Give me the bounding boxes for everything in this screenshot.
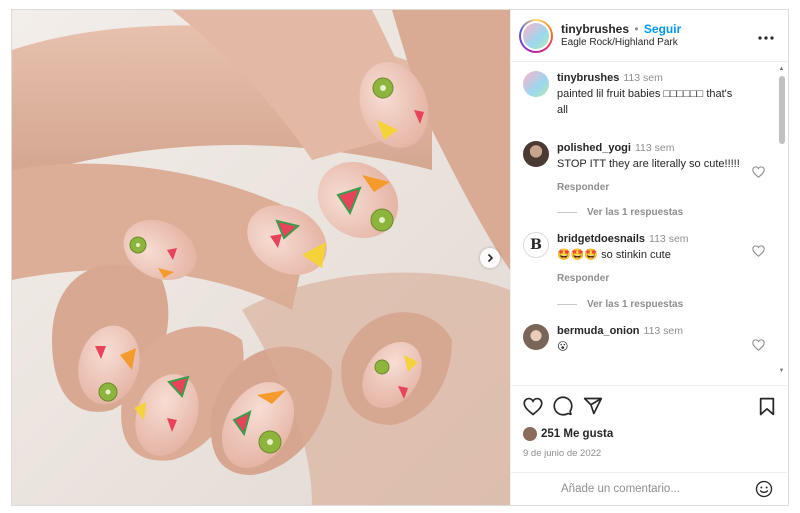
like-button[interactable]	[523, 397, 543, 416]
comments-scrollbar[interactable]: ▲ ▼	[777, 66, 786, 374]
action-icons	[523, 394, 775, 418]
comment-like-button[interactable]	[752, 165, 765, 183]
comment-username[interactable]: bermuda_onion	[557, 325, 640, 337]
caption-text: painted lil fruit babies □□□□□□ that's a…	[557, 87, 733, 116]
caption-time: 113 sem	[623, 72, 663, 84]
view-replies-button[interactable]: Ver las 1 respuestas	[557, 299, 765, 310]
comment-avatar[interactable]: B	[523, 232, 549, 259]
comment-item: bermuda_onion 113 sem 😮	[523, 323, 765, 356]
header-title-line: tinybrushes • Seguir	[561, 22, 754, 36]
caption-body: tinybrushes 113 sem painted lil fruit bab…	[557, 71, 765, 119]
save-button[interactable]	[759, 397, 775, 416]
comment-body: bridgetdoesnails 113 sem 🤩🤩🤩 so stinkin c…	[557, 232, 765, 286]
heart-icon	[752, 338, 765, 351]
follow-button[interactable]: Seguir	[644, 22, 681, 36]
view-replies-label: Ver las 1 respuestas	[587, 298, 684, 310]
heart-icon	[752, 245, 765, 258]
post-header: tinybrushes • Seguir Eagle Rock/Highland…	[511, 10, 788, 62]
scroll-up-arrow-icon[interactable]: ▲	[778, 66, 785, 72]
caption-username[interactable]: tinybrushes	[557, 72, 619, 84]
comment-time: 113 sem	[634, 141, 675, 154]
avatar-image	[523, 22, 549, 49]
post-actions: 251 Me gusta 9 de junio de 2022	[511, 385, 787, 459]
comment-icon	[553, 396, 573, 416]
view-replies-label: Ver las 1 respuestas	[587, 207, 684, 219]
scroll-down-arrow-icon[interactable]: ▼	[778, 368, 785, 374]
more-options-icon	[758, 35, 774, 40]
avatar[interactable]	[519, 18, 553, 53]
scrollbar-thumb[interactable]	[779, 76, 785, 144]
comment-item: B bridgetdoesnails 113 sem 🤩🤩🤩 so stinkin…	[523, 232, 765, 286]
likes-label: 251 Me gusta	[541, 428, 614, 440]
avatar-inner	[521, 20, 551, 51]
comment-like-button[interactable]	[752, 244, 765, 262]
bookmark-icon	[759, 397, 775, 415]
location-link[interactable]: Eagle Rock/Highland Park	[561, 37, 754, 49]
liker-avatar	[523, 427, 537, 441]
replies-divider	[557, 212, 577, 214]
comment-body: bermuda_onion 113 sem 😮	[557, 324, 765, 356]
comment-input[interactable]	[561, 483, 755, 495]
post-photo	[12, 10, 510, 505]
view-replies-button[interactable]: Ver las 1 respuestas	[557, 207, 765, 218]
comment-username[interactable]: polished_yogi	[557, 142, 631, 154]
replies-divider	[557, 303, 577, 305]
comment-button[interactable]	[553, 396, 573, 416]
more-options-button[interactable]	[754, 25, 778, 47]
comment-avatar[interactable]	[523, 323, 549, 350]
comments-list: tinybrushes 113 sem painted lil fruit bab…	[511, 63, 777, 375]
comment-time: 113 sem	[643, 324, 684, 337]
reply-button[interactable]: Responder	[557, 272, 745, 287]
comment-time: 113 sem	[649, 233, 689, 246]
comment-avatar[interactable]	[523, 140, 549, 167]
reply-button[interactable]: Responder	[557, 181, 745, 196]
share-icon	[583, 397, 603, 415]
next-photo-button[interactable]	[480, 248, 500, 268]
nail-art-photo	[12, 10, 510, 505]
emoji-icon	[755, 480, 773, 498]
caption-avatar[interactable]	[523, 71, 549, 97]
comment-like-button[interactable]	[752, 338, 765, 356]
likes-count[interactable]: 251 Me gusta	[523, 427, 775, 441]
chevron-right-icon	[487, 253, 494, 263]
comment-text: STOP ITT they are literally so cute!!!!!	[557, 157, 740, 170]
comment-text: 😮	[557, 340, 569, 353]
comment-item: polished_yogi 113 sem STOP ITT they are l…	[523, 140, 765, 195]
post-date: 9 de junio de 2022	[523, 448, 602, 459]
heart-icon	[752, 166, 765, 178]
add-comment-bar	[511, 472, 787, 505]
comment-body: polished_yogi 113 sem STOP ITT they are l…	[557, 141, 765, 195]
post-side-panel: tinybrushes • Seguir Eagle Rock/Highland…	[510, 10, 788, 505]
comment-text: 🤩🤩🤩 so stinkin cute	[557, 249, 671, 262]
post-modal: tinybrushes • Seguir Eagle Rock/Highland…	[11, 9, 789, 506]
header-username[interactable]: tinybrushes	[561, 22, 629, 36]
header-info: tinybrushes • Seguir Eagle Rock/Highland…	[561, 22, 754, 49]
share-button[interactable]	[583, 396, 603, 416]
caption: tinybrushes 113 sem painted lil fruit bab…	[523, 71, 765, 119]
comment-username[interactable]: bridgetdoesnails	[557, 233, 645, 245]
emoji-button[interactable]	[755, 480, 773, 498]
header-separator: •	[634, 21, 639, 36]
heart-icon	[523, 397, 543, 415]
